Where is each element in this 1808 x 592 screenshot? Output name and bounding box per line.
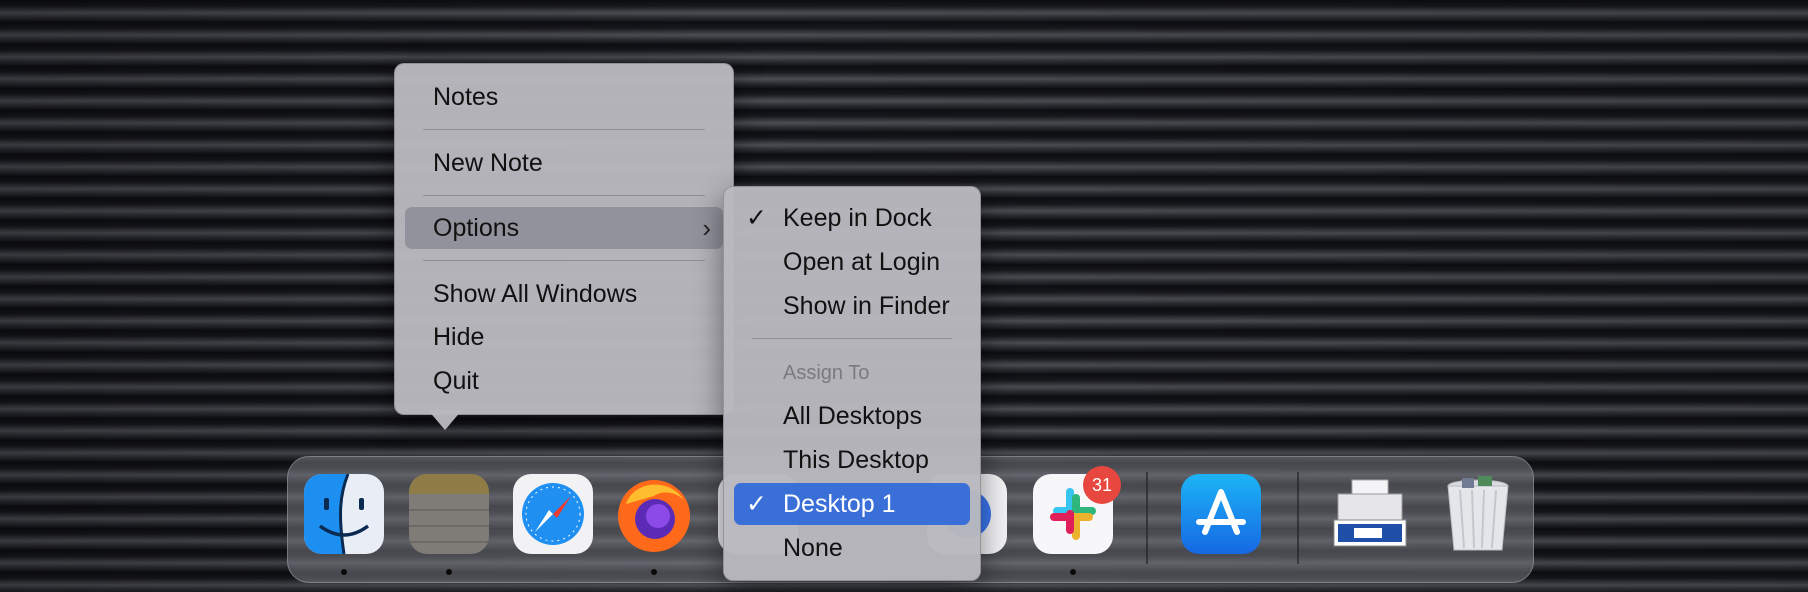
notes-icon bbox=[409, 474, 489, 554]
chevron-right-icon: › bbox=[702, 213, 711, 243]
menu-separator bbox=[752, 338, 952, 339]
menu-item-label: Options bbox=[433, 214, 520, 242]
options-submenu: ✓ Keep in Dock Open at Login Show in Fin… bbox=[723, 186, 981, 581]
menu-item-all-desktops[interactable]: All Desktops bbox=[734, 395, 970, 437]
dock-downloads-stack-icon[interactable] bbox=[1330, 474, 1410, 554]
dock-firefox-icon[interactable] bbox=[614, 474, 694, 554]
menu-item-open-at-login[interactable]: Open at Login bbox=[734, 241, 970, 283]
assign-to-heading: Assign To bbox=[783, 362, 870, 384]
menu-item-show-in-finder[interactable]: Show in Finder bbox=[734, 285, 970, 327]
menu-item-quit[interactable]: Quit bbox=[405, 360, 723, 402]
menu-item-label: Show in Finder bbox=[783, 292, 950, 320]
dock-separator bbox=[1297, 472, 1299, 564]
menu-item-none[interactable]: None bbox=[734, 527, 970, 569]
running-indicator bbox=[1070, 569, 1076, 575]
menu-item-keep-in-dock[interactable]: ✓ Keep in Dock bbox=[734, 197, 970, 239]
running-indicator bbox=[341, 569, 347, 575]
dock-app-store-icon[interactable] bbox=[1181, 474, 1261, 554]
menu-item-app-name[interactable]: Notes bbox=[405, 76, 723, 118]
menu-item-label: Notes bbox=[433, 83, 499, 111]
menu-item-desktop-1[interactable]: ✓ Desktop 1 bbox=[734, 483, 970, 525]
menu-item-new-note[interactable]: New Note bbox=[405, 142, 723, 184]
menu-item-label: None bbox=[783, 534, 843, 562]
menu-item-label: New Note bbox=[433, 149, 543, 177]
menu-item-label: Hide bbox=[433, 323, 485, 351]
menu-item-show-all-windows[interactable]: Show All Windows bbox=[405, 273, 723, 315]
app-store-icon bbox=[1181, 474, 1261, 554]
menu-item-label: Keep in Dock bbox=[783, 204, 932, 232]
checkmark-icon: ✓ bbox=[746, 490, 767, 518]
menu-pointer bbox=[428, 410, 462, 430]
dock-trash-icon[interactable] bbox=[1438, 474, 1518, 554]
checkmark-icon: ✓ bbox=[746, 204, 767, 232]
menu-separator bbox=[423, 195, 705, 196]
menu-item-this-desktop[interactable]: This Desktop bbox=[734, 439, 970, 481]
firefox-icon bbox=[618, 480, 690, 552]
running-indicator bbox=[651, 569, 657, 575]
finder-icon bbox=[304, 474, 384, 554]
menu-separator bbox=[423, 260, 705, 261]
dock-safari-icon[interactable] bbox=[513, 474, 593, 554]
running-indicator bbox=[446, 569, 452, 575]
dock-finder-icon[interactable] bbox=[304, 474, 384, 554]
menu-item-label: Quit bbox=[433, 367, 479, 395]
menu-item-label: Desktop 1 bbox=[783, 490, 896, 518]
menu-item-options[interactable]: Options › bbox=[405, 207, 723, 249]
menu-item-hide[interactable]: Hide bbox=[405, 316, 723, 358]
menu-item-label: Show All Windows bbox=[433, 280, 638, 308]
menu-separator bbox=[423, 129, 705, 130]
trash-icon bbox=[1447, 476, 1509, 551]
dock-notes-icon[interactable] bbox=[409, 474, 489, 554]
menu-item-label: Open at Login bbox=[783, 248, 941, 276]
menu-item-label: This Desktop bbox=[783, 446, 929, 474]
dock-context-menu: Notes New Note Options › Show All Window… bbox=[394, 63, 734, 415]
downloads-stack-icon bbox=[1333, 479, 1407, 547]
notification-badge: 31 bbox=[1083, 466, 1121, 504]
menu-item-label: All Desktops bbox=[783, 402, 922, 430]
dock-separator bbox=[1146, 472, 1148, 564]
safari-icon bbox=[513, 474, 593, 554]
